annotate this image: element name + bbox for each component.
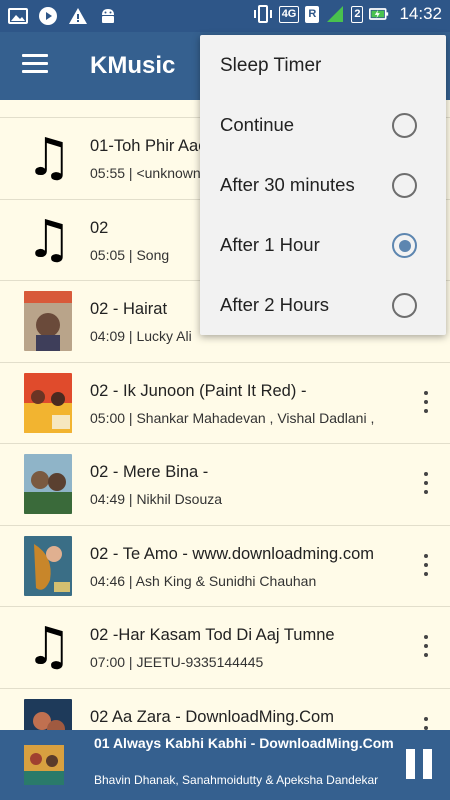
sim2-badge: 2 <box>351 5 364 23</box>
album-art <box>24 291 72 351</box>
song-meta: 07:00 | JEETU-9335144445 <box>90 654 264 670</box>
menu-icon[interactable] <box>22 54 48 74</box>
song-meta: 04:46 | Ash King & Sunidhi Chauhan <box>90 572 317 589</box>
now-playing-album-art <box>24 745 64 785</box>
radio-button[interactable] <box>392 293 417 318</box>
more-options-icon[interactable] <box>420 635 432 661</box>
radio-button[interactable] <box>392 173 417 198</box>
song-title: 02 - Mere Bina - <box>90 463 209 481</box>
more-options-icon[interactable] <box>420 472 432 498</box>
app-title: KMusic <box>90 52 176 79</box>
album-art <box>24 372 72 433</box>
android-icon <box>102 9 114 23</box>
clock: 14:32 <box>399 4 442 23</box>
sleep-timer-header: Sleep Timer <box>220 55 322 76</box>
now-playing-bar[interactable]: 01 Always Kabhi Kabhi - DownloadMing.Com… <box>0 730 450 800</box>
album-art <box>24 454 72 514</box>
song-title: 02 - Te Amo - www.downloadming.com <box>90 544 374 563</box>
song-row[interactable]: 02 - Ik Junoon (Paint It Red) - 05:00 | … <box>0 363 450 444</box>
option-after-2-hours[interactable]: After 2 Hours <box>200 275 446 335</box>
song-row[interactable]: ♫ 02 -Har Kasam Tod Di Aaj Tumne 07:00 |… <box>0 607 450 689</box>
play-icon <box>39 7 57 25</box>
signal-icon <box>327 6 344 22</box>
gallery-icon <box>8 8 28 24</box>
option-label: Continue <box>220 114 295 135</box>
option-after-30-minutes[interactable]: After 30 minutes <box>200 155 446 215</box>
song-title: 02 -Har Kasam Tod Di Aaj Tumne <box>90 626 335 644</box>
song-row[interactable]: 02 - Te Amo - www.downloadming.com 04:46… <box>0 526 450 607</box>
option-label: After 2 Hours <box>220 294 329 315</box>
music-note-icon: ♫ <box>25 617 73 677</box>
roaming-badge: R <box>305 5 320 23</box>
song-title: 02 Aa Zara - DownloadMing.Com <box>90 707 334 726</box>
option-label: After 30 minutes <box>220 174 355 195</box>
option-after-1-hour[interactable]: After 1 Hour <box>200 215 446 275</box>
sleep-timer-menu: Sleep Timer Continue After 30 minutes Af… <box>200 35 446 335</box>
vibrate-icon <box>253 5 272 23</box>
song-title: 02 - Ik Junoon (Paint It Red) - <box>90 381 307 400</box>
song-row[interactable]: 02 - Mere Bina - 04:49 | Nikhil Dsouza <box>0 444 450 526</box>
album-art <box>24 535 72 596</box>
now-playing-title: 01 Always Kabhi Kabhi - DownloadMing.Com <box>94 735 394 751</box>
status-bar: 4G R 2 14:32 <box>0 0 450 32</box>
option-continue[interactable]: Continue <box>200 95 446 155</box>
more-options-icon[interactable] <box>420 553 432 580</box>
radio-button[interactable] <box>392 113 417 138</box>
radio-button-selected[interactable] <box>392 233 417 258</box>
song-row[interactable]: 02 Aa Zara - DownloadMing.Com <box>0 689 450 731</box>
song-meta: 04:49 | Nikhil Dsouza <box>90 491 223 507</box>
pause-button[interactable] <box>406 749 432 779</box>
more-options-icon[interactable] <box>420 716 432 731</box>
music-note-icon: ♫ <box>25 209 73 270</box>
music-note-icon: ♫ <box>25 128 73 188</box>
option-label: After 1 Hour <box>220 234 320 255</box>
now-playing-artist: Bhavin Dhanak, Sanahmoidutty & Apeksha D… <box>94 773 379 787</box>
network-type-badge: 4G <box>278 5 300 23</box>
more-options-icon[interactable] <box>420 390 432 417</box>
album-art <box>24 698 72 730</box>
warning-icon <box>69 8 87 24</box>
battery-charging-icon <box>369 8 389 20</box>
song-meta: 05:00 | Shankar Mahadevan , Vishal Dadla… <box>90 409 375 426</box>
